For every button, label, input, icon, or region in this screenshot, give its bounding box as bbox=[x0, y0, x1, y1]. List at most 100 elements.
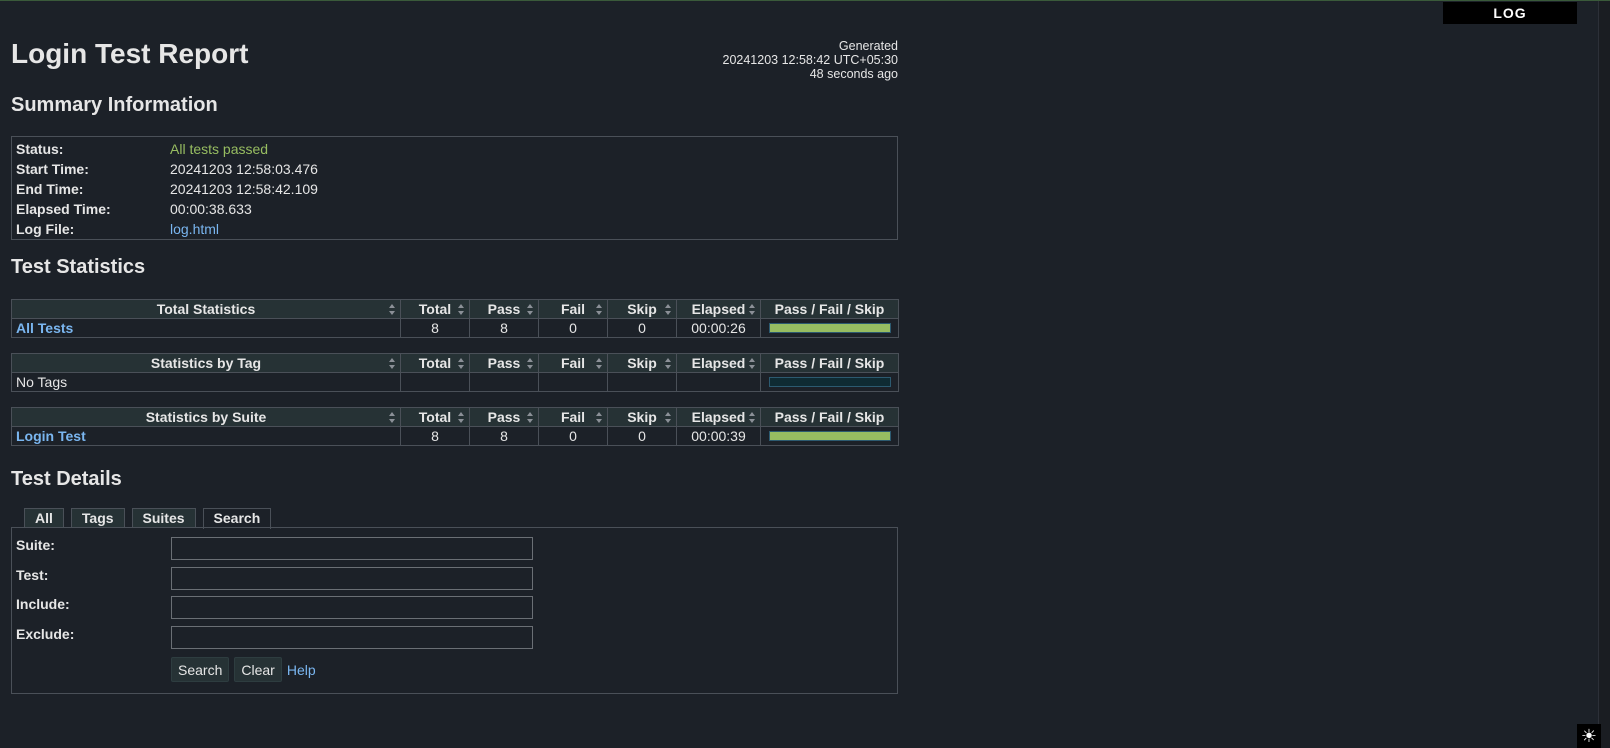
header-label: Pass bbox=[487, 301, 521, 317]
sort-icon bbox=[596, 412, 603, 423]
col-header-pass[interactable]: Pass bbox=[469, 353, 539, 373]
stat-fail: 0 bbox=[538, 426, 608, 446]
col-header-fail[interactable]: Fail bbox=[538, 353, 608, 373]
col-header-name[interactable]: Statistics by Suite bbox=[11, 407, 401, 427]
sun-icon[interactable]: ☀ bbox=[1577, 724, 1601, 748]
col-header-elapsed[interactable]: Elapsed bbox=[676, 407, 761, 427]
stat-name: No Tags bbox=[11, 372, 401, 392]
header-label: Total bbox=[418, 301, 452, 317]
col-header-total[interactable]: Total bbox=[400, 407, 470, 427]
tab-search[interactable]: Search bbox=[202, 508, 272, 529]
scrollbar[interactable] bbox=[1598, 1, 1610, 748]
pass-fail-skip-bar bbox=[768, 431, 891, 441]
status-label: Status: bbox=[16, 141, 64, 157]
pass-bar-fill bbox=[769, 432, 890, 440]
generated-ago: 48 seconds ago bbox=[809, 67, 898, 81]
log-file-link[interactable]: log.html bbox=[170, 219, 219, 239]
stat-skip bbox=[607, 372, 677, 392]
test-label: Test: bbox=[16, 567, 49, 583]
stat-pass bbox=[469, 372, 539, 392]
sort-icon bbox=[527, 358, 534, 369]
stat-total: 8 bbox=[400, 318, 470, 338]
sort-icon bbox=[596, 358, 603, 369]
statistics-heading: Test Statistics bbox=[11, 256, 146, 278]
sort-icon bbox=[389, 358, 396, 369]
sort-icon bbox=[749, 304, 756, 315]
header-label: Fail bbox=[560, 355, 586, 371]
col-header-skip[interactable]: Skip bbox=[607, 353, 677, 373]
header-label: Skip bbox=[627, 301, 657, 317]
help-link[interactable]: Help bbox=[287, 662, 316, 678]
start-time-label: Start Time: bbox=[16, 161, 89, 177]
col-header-total[interactable]: Total bbox=[400, 299, 470, 319]
test-field-row: Test: bbox=[16, 567, 533, 590]
sort-icon bbox=[389, 304, 396, 315]
suite-field-row: Suite: bbox=[16, 537, 533, 560]
col-header-pass[interactable]: Pass bbox=[469, 299, 539, 319]
sort-icon bbox=[749, 358, 756, 369]
header-label: Fail bbox=[560, 301, 586, 317]
col-header-graph: Pass / Fail / Skip bbox=[760, 299, 899, 319]
header-label: Elapsed bbox=[691, 355, 746, 371]
header-label: Pass bbox=[487, 409, 521, 425]
col-header-name[interactable]: Statistics by Tag bbox=[11, 353, 401, 373]
summary-row-log-file: Log File: log.html bbox=[16, 219, 893, 239]
col-header-name[interactable]: Total Statistics bbox=[11, 299, 401, 319]
stat-name-link[interactable]: Login Test bbox=[16, 428, 86, 444]
header-label: Pass / Fail / Skip bbox=[774, 301, 885, 317]
sort-icon bbox=[389, 412, 396, 423]
search-button[interactable]: Search bbox=[171, 657, 230, 682]
include-input[interactable] bbox=[171, 596, 533, 619]
col-header-pass[interactable]: Pass bbox=[469, 407, 539, 427]
sort-icon bbox=[458, 304, 465, 315]
col-header-fail[interactable]: Fail bbox=[538, 299, 608, 319]
header-label: Fail bbox=[560, 409, 586, 425]
col-header-skip[interactable]: Skip bbox=[607, 299, 677, 319]
stat-fail: 0 bbox=[538, 318, 608, 338]
stat-total: 8 bbox=[400, 426, 470, 446]
tab-all[interactable]: All bbox=[24, 508, 64, 528]
sort-icon bbox=[665, 412, 672, 423]
include-label: Include: bbox=[16, 596, 70, 612]
status-value: All tests passed bbox=[170, 141, 269, 157]
sort-icon bbox=[749, 412, 756, 423]
col-header-fail[interactable]: Fail bbox=[538, 407, 608, 427]
header-label: Total bbox=[418, 355, 452, 371]
header-label: Pass bbox=[487, 355, 521, 371]
header-label: Pass / Fail / Skip bbox=[774, 355, 885, 371]
stat-skip: 0 bbox=[607, 426, 677, 446]
col-header-skip[interactable]: Skip bbox=[607, 407, 677, 427]
stat-elapsed: 00:00:39 bbox=[676, 426, 761, 446]
sort-icon bbox=[527, 412, 534, 423]
suite-input[interactable] bbox=[171, 537, 533, 560]
table-row: No Tags bbox=[11, 372, 899, 392]
col-header-graph: Pass / Fail / Skip bbox=[760, 353, 899, 373]
col-header-total[interactable]: Total bbox=[400, 353, 470, 373]
sort-icon bbox=[665, 304, 672, 315]
col-header-graph: Pass / Fail / Skip bbox=[760, 407, 899, 427]
stat-name-link[interactable]: All Tests bbox=[16, 320, 73, 336]
table-row: Login Test 8 8 0 0 00:00:39 bbox=[11, 426, 899, 446]
stat-skip: 0 bbox=[607, 318, 677, 338]
elapsed-time-value: 00:00:38.633 bbox=[170, 201, 252, 217]
pass-fail-skip-bar bbox=[768, 323, 891, 333]
log-link[interactable]: LOG bbox=[1443, 2, 1577, 24]
details-heading: Test Details bbox=[11, 468, 122, 490]
stat-fail bbox=[538, 372, 608, 392]
summary-heading: Summary Information bbox=[11, 94, 218, 116]
header-label: Total Statistics bbox=[156, 301, 256, 317]
exclude-input[interactable] bbox=[171, 626, 533, 649]
col-header-elapsed[interactable]: Elapsed bbox=[676, 299, 761, 319]
col-header-elapsed[interactable]: Elapsed bbox=[676, 353, 761, 373]
header-label: Elapsed bbox=[691, 409, 746, 425]
total-statistics-table: Total Statistics Total Pass Fail Skip El… bbox=[11, 299, 899, 338]
summary-row-end-time: End Time: 20241203 12:58:42.109 bbox=[16, 179, 893, 199]
sort-icon bbox=[458, 358, 465, 369]
include-field-row: Include: bbox=[16, 596, 533, 619]
table-row: All Tests 8 8 0 0 00:00:26 bbox=[11, 318, 899, 338]
clear-button[interactable]: Clear bbox=[234, 657, 282, 682]
test-input[interactable] bbox=[171, 567, 533, 590]
tab-suites[interactable]: Suites bbox=[131, 508, 196, 528]
suite-statistics-table: Statistics by Suite Total Pass Fail Skip… bbox=[11, 407, 899, 446]
tab-tags[interactable]: Tags bbox=[70, 508, 125, 528]
